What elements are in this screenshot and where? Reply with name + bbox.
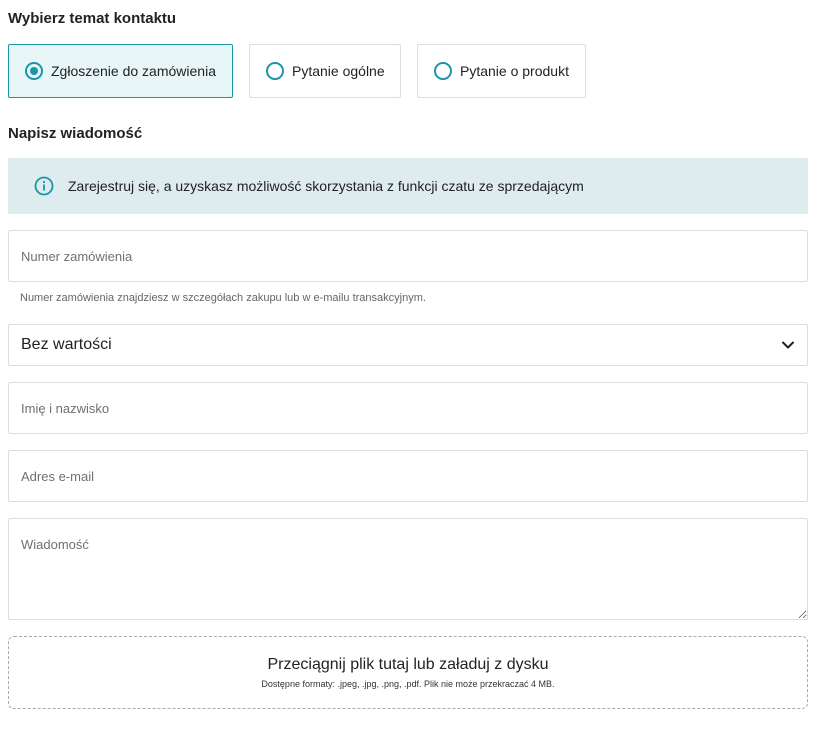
topic-option-general[interactable]: Pytanie ogólne xyxy=(249,44,401,98)
email-input[interactable] xyxy=(8,450,808,502)
message-textarea[interactable] xyxy=(8,518,808,620)
chevron-down-icon xyxy=(782,341,794,349)
topic-heading: Wybierz temat kontaktu xyxy=(8,10,177,27)
order-number-hint: Numer zamówienia znajdziesz w szczegółac… xyxy=(20,292,426,304)
topic-option-order[interactable]: Zgłoszenie do zamówienia xyxy=(8,44,233,98)
radio-unselected-icon xyxy=(434,62,452,80)
info-text: Zarejestruj się, a uzyskasz możliwość sk… xyxy=(68,178,584,194)
topic-option-label: Pytanie ogólne xyxy=(292,63,385,79)
message-heading: Napisz wiadomość xyxy=(8,125,143,142)
radio-unselected-icon xyxy=(266,62,284,80)
dropzone-formats: Dostępne formaty: .jpeg, .jpg, .png, .pd… xyxy=(261,679,555,689)
full-name-input[interactable] xyxy=(8,382,808,434)
topic-option-product[interactable]: Pytanie o produkt xyxy=(417,44,586,98)
value-select[interactable]: Bez wartości xyxy=(8,324,808,366)
info-banner: Zarejestruj się, a uzyskasz możliwość sk… xyxy=(8,158,808,214)
select-value: Bez wartości xyxy=(21,336,112,353)
info-circle-icon xyxy=(34,176,54,196)
topic-option-label: Pytanie o produkt xyxy=(460,63,569,79)
order-number-input[interactable] xyxy=(8,230,808,282)
radio-selected-icon xyxy=(25,62,43,80)
topic-option-label: Zgłoszenie do zamówienia xyxy=(51,63,216,79)
dropzone-title: Przeciągnij plik tutaj lub załaduj z dys… xyxy=(267,656,549,673)
file-dropzone[interactable]: Przeciągnij plik tutaj lub załaduj z dys… xyxy=(8,636,808,709)
